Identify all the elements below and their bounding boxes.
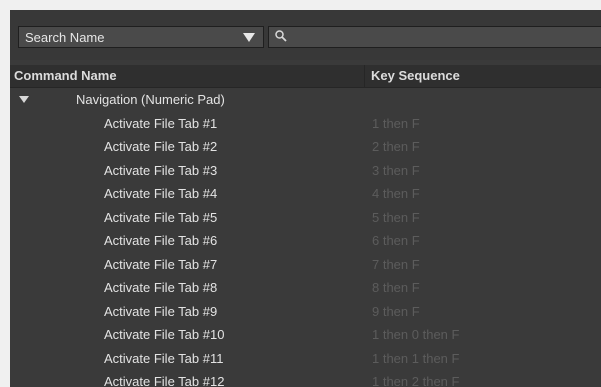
group-label: Navigation (Numeric Pad) <box>76 92 225 107</box>
keyboard-shortcuts-panel: Search Name Command Name Key Sequence Na… <box>10 10 601 387</box>
command-name: Activate File Tab #11 <box>104 350 224 366</box>
command-row[interactable]: Activate File Tab #7 7 then F <box>10 253 601 277</box>
key-sequence[interactable]: 1 then 0 then F <box>372 323 459 347</box>
command-row[interactable]: Activate File Tab #6 6 then F <box>10 229 601 253</box>
command-name: Activate File Tab #4 <box>104 186 218 201</box>
command-row[interactable]: Activate File Tab #8 8 then F <box>10 276 601 300</box>
search-icon <box>274 29 288 46</box>
column-header-command-name[interactable]: Command Name <box>14 68 117 83</box>
command-row[interactable]: Activate File Tab #3 3 then F <box>10 159 601 183</box>
command-name: Activate File Tab #2 <box>104 139 218 154</box>
command-name: Activate File Tab #10 <box>104 327 225 342</box>
command-name: Activate File Tab #1 <box>104 115 218 131</box>
key-sequence[interactable]: 4 then F <box>372 182 420 206</box>
command-list: Navigation (Numeric Pad) Activate File T… <box>10 88 601 387</box>
command-name: Activate File Tab #3 <box>104 162 218 178</box>
key-sequence[interactable]: 1 then 2 then F <box>372 370 459 387</box>
key-sequence[interactable]: 9 then F <box>372 300 420 324</box>
search-toolbar: Search Name <box>10 10 601 60</box>
chevron-down-icon[interactable] <box>243 33 255 42</box>
command-row[interactable]: Activate File Tab #10 1 then 0 then F <box>10 323 601 347</box>
search-input[interactable] <box>291 28 595 48</box>
search-mode-dropdown[interactable]: Search Name <box>18 26 264 48</box>
command-name: Activate File Tab #5 <box>104 209 218 225</box>
command-row[interactable]: Activate File Tab #2 2 then F <box>10 135 601 159</box>
expand-triangle-icon[interactable] <box>19 96 29 103</box>
key-sequence[interactable]: 3 then F <box>372 159 420 183</box>
group-row-navigation-numeric-pad[interactable]: Navigation (Numeric Pad) <box>10 88 601 112</box>
command-row[interactable]: Activate File Tab #11 1 then 1 then F <box>10 347 601 371</box>
command-row[interactable]: Activate File Tab #4 4 then F <box>10 182 601 206</box>
command-row[interactable]: Activate File Tab #5 5 then F <box>10 206 601 230</box>
key-sequence[interactable]: 8 then F <box>372 276 420 300</box>
key-sequence[interactable]: 6 then F <box>372 229 420 253</box>
search-field[interactable] <box>268 26 601 48</box>
command-name: Activate File Tab #9 <box>104 303 218 319</box>
command-row[interactable]: Activate File Tab #1 1 then F <box>10 112 601 136</box>
command-name: Activate File Tab #8 <box>104 280 218 295</box>
search-mode-label: Search Name <box>25 30 105 45</box>
command-name: Activate File Tab #6 <box>104 233 218 248</box>
command-name: Activate File Tab #7 <box>104 256 218 272</box>
key-sequence[interactable]: 1 then F <box>372 112 420 136</box>
key-sequence[interactable]: 1 then 1 then F <box>372 347 459 371</box>
column-header: Command Name Key Sequence <box>10 65 601 88</box>
key-sequence[interactable]: 2 then F <box>372 135 420 159</box>
command-name: Activate File Tab #12 <box>104 374 225 387</box>
key-sequence[interactable]: 5 then F <box>372 206 420 230</box>
column-divider[interactable] <box>364 65 365 87</box>
command-row[interactable]: Activate File Tab #12 1 then 2 then F <box>10 370 601 387</box>
column-header-key-sequence[interactable]: Key Sequence <box>371 68 460 83</box>
command-row[interactable]: Activate File Tab #9 9 then F <box>10 300 601 324</box>
commands-tree[interactable]: Command Name Key Sequence Navigation (Nu… <box>10 60 601 387</box>
key-sequence[interactable]: 7 then F <box>372 253 420 277</box>
